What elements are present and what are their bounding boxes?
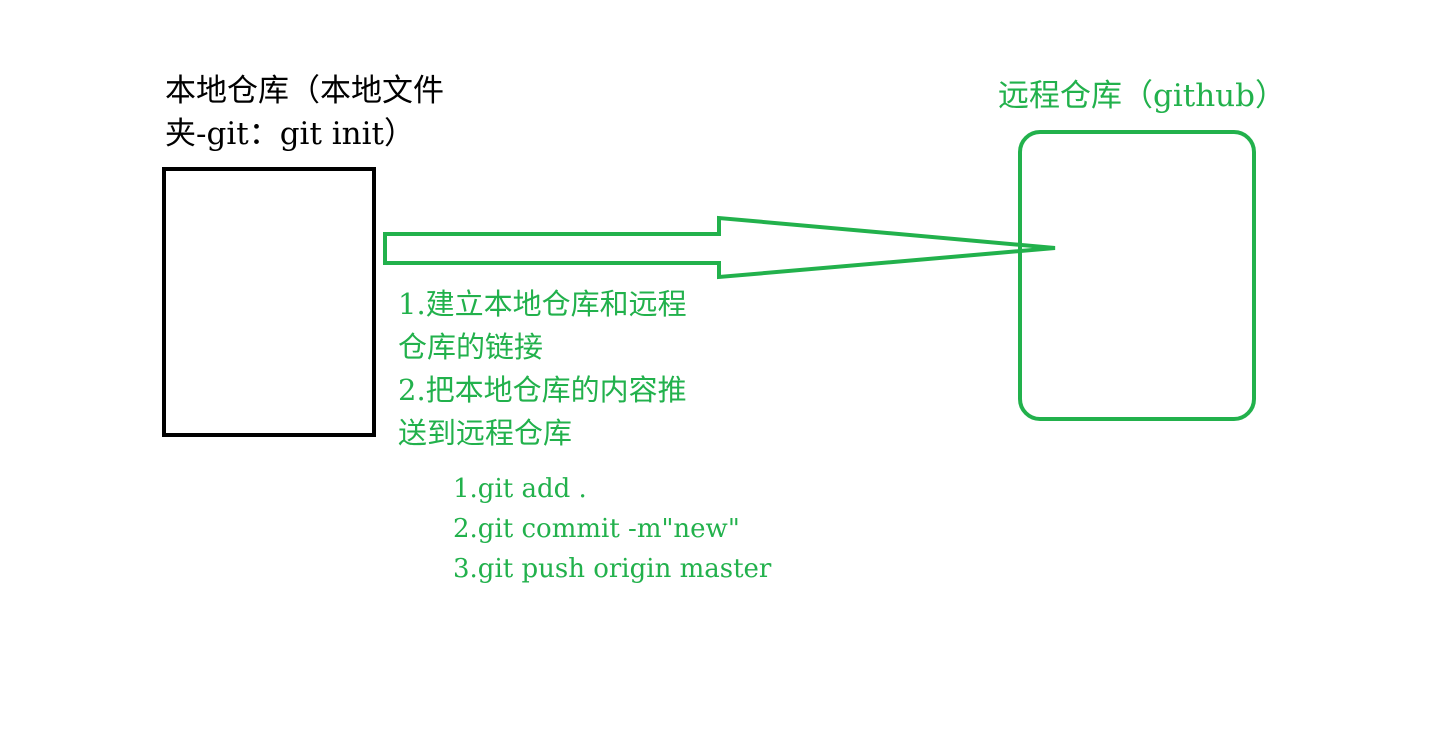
step-line: 送到远程仓库 (398, 416, 573, 450)
step-line: 仓库的链接 (398, 330, 544, 364)
commands-list: 1.git add . 2.git commit -m"new" 3.git p… (453, 469, 771, 589)
command-line: 3.git push origin master (453, 554, 772, 584)
command-line: 1.git add . (453, 474, 587, 504)
step-line: 2.把本地仓库的内容推 (398, 373, 687, 407)
step-line: 1.建立本地仓库和远程 (398, 287, 687, 321)
push-arrow-shape (383, 215, 1056, 280)
command-line: 2.git commit -m"new" (453, 514, 740, 544)
diagram-canvas: 本地仓库（本地文件 夹-git：git init） 远程仓库（github） 1… (0, 0, 1442, 730)
push-arrow (383, 215, 1056, 280)
steps-text: 1.建立本地仓库和远程 仓库的链接 2.把本地仓库的内容推 送到远程仓库 (398, 283, 687, 455)
